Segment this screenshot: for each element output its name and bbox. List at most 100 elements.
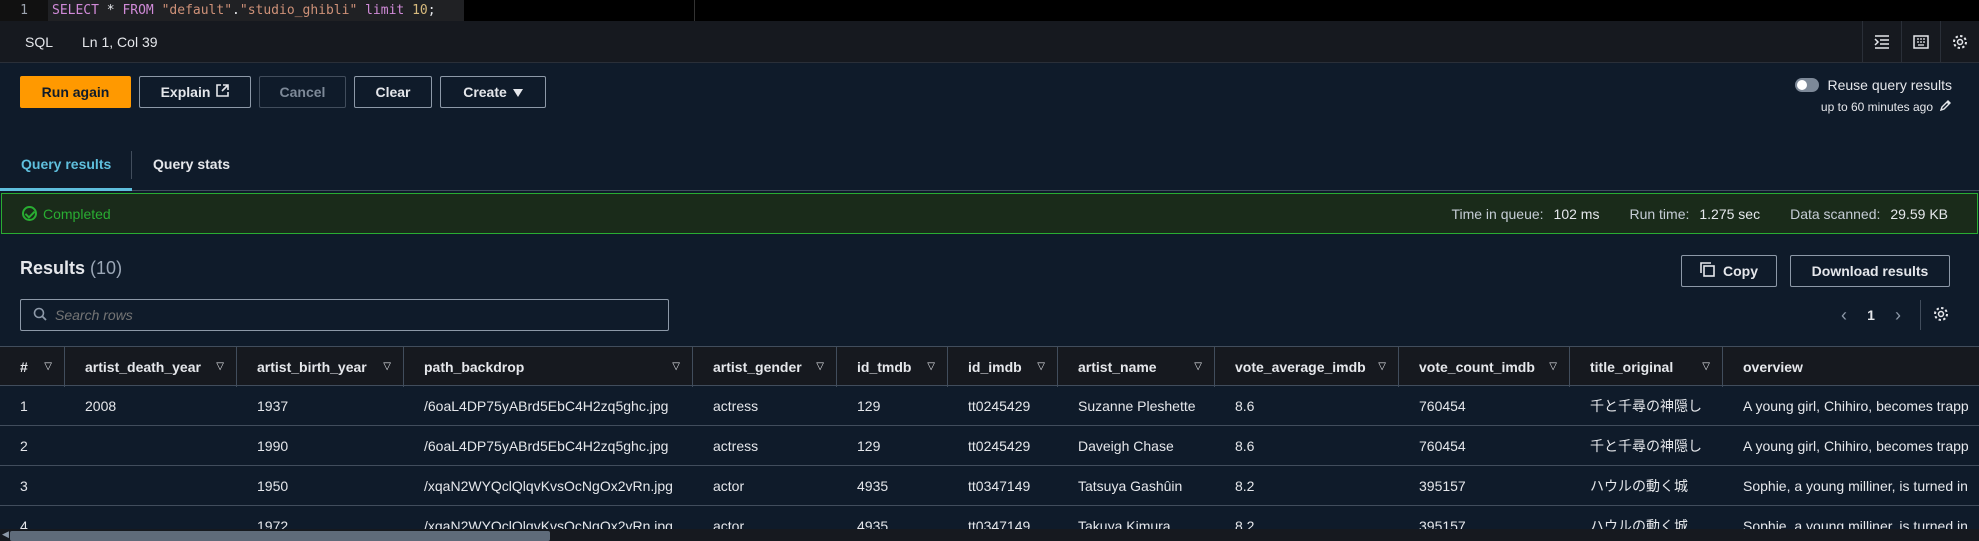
scroll-left-icon[interactable]: ◀ [2,529,9,540]
sort-icon[interactable]: ▽ [1037,347,1045,387]
download-results-button[interactable]: Download results [1790,255,1950,287]
column-header[interactable]: vote_average_imdb ▽ [1215,347,1399,387]
result-tabs: Query results Query stats [0,139,1979,191]
cell [65,466,237,506]
cell [65,426,237,466]
column-header[interactable]: artist_gender ▽ [693,347,837,387]
column-label: artist_death_year [85,359,201,375]
query-table: "studio_ghibli" [239,3,358,18]
run-again-button[interactable]: Run again [20,76,131,108]
scrollbar-thumb[interactable] [10,531,550,541]
next-page-icon[interactable]: › [1884,305,1912,326]
search-rows [20,299,669,331]
search-icon [33,307,47,324]
results-table: # ▽ artist_death_year ▽ artist_birth_year ▽… [0,346,1979,541]
scanned-label: Data scanned: [1790,205,1881,222]
sort-icon[interactable]: ▽ [927,347,935,387]
column-header[interactable]: artist_death_year ▽ [65,347,237,387]
sql-editor[interactable]: 1 SELECT * FROM "default"."studio_ghibli… [0,0,1979,21]
cell: tt0347149 [968,478,1031,494]
run-again-label: Run again [41,84,110,100]
keyboard-icon[interactable] [1901,21,1940,63]
column-header[interactable]: vote_count_imdb ▽ [1399,347,1570,387]
column-label: artist_birth_year [257,359,367,375]
sort-icon[interactable]: ▽ [383,347,391,387]
sort-icon[interactable]: ▽ [816,347,824,387]
cell: 760454 [1419,438,1466,454]
pagination: ‹ 1 › [1830,300,1949,330]
column-header[interactable]: id_imdb ▽ [948,347,1058,387]
reuse-age: up to 60 minutes ago [1820,100,1933,114]
sort-icon[interactable]: ▽ [1549,347,1557,387]
sort-icon[interactable]: ▽ [672,347,680,387]
queue-value: 102 ms [1553,205,1600,222]
editor-empty-area[interactable] [694,0,1979,21]
column-header[interactable]: title_original ▽ [1570,347,1723,387]
table-row[interactable]: 3 1950 /xqaN2WYQclQlqvKvsOcNgOx2vRn.jpg … [0,466,1979,506]
column-header[interactable]: artist_name ▽ [1058,347,1215,387]
settings-icon[interactable] [1940,21,1979,63]
scanned-value: 29.59 KB [1890,205,1948,222]
cell: A young girl, Chihiro, becomes trapp [1743,438,1969,454]
download-label: Download results [1811,263,1929,279]
table-row[interactable]: 1 2008 1937 /6oaL4DP75yABrd5EbC4H2zq5ghc… [0,386,1979,426]
cell: 395157 [1419,478,1466,494]
tab-query-stats[interactable]: Query stats [132,139,251,191]
copy-label: Copy [1723,263,1758,279]
cell: 129 [857,398,881,414]
reuse-toggle[interactable] [1795,78,1820,92]
pencil-icon[interactable] [1939,99,1952,115]
query-text[interactable]: SELECT * FROM "default"."studio_ghibli" … [48,0,464,21]
wrap-icon[interactable] [1862,21,1901,63]
cell: 8.2 [1235,478,1255,494]
column-header[interactable]: # ▽ [0,347,65,387]
table-settings-icon[interactable] [1933,306,1949,325]
table-header: # ▽ artist_death_year ▽ artist_birth_year ▽… [0,346,1979,387]
cell: /6oaL4DP75yABrd5EbC4H2zq5ghc.jpg [424,438,669,454]
sort-icon[interactable]: ▽ [1378,347,1386,387]
cell: tt0245429 [968,398,1031,414]
editor-statusbar: SQL Ln 1, Col 39 [0,21,1979,63]
tab-query-results[interactable]: Query results [0,139,133,191]
column-header[interactable]: overview [1723,347,1979,387]
cell: 2 [20,438,28,454]
query-dot: . [232,3,240,18]
cell: 760454 [1419,398,1466,414]
column-label: artist_gender [713,359,802,375]
column-header[interactable]: id_tmdb ▽ [837,347,948,387]
prev-page-icon[interactable]: ‹ [1830,305,1858,326]
language-label: SQL [25,33,54,50]
cell: 千と千尋の神隠し [1590,438,1702,454]
create-label: Create [463,84,507,100]
check-circle-icon [22,206,37,221]
current-page[interactable]: 1 [1858,307,1884,323]
table-row[interactable]: 2 1990 /6oaL4DP75yABrd5EbC4H2zq5ghc.jpg … [0,426,1979,466]
column-label: vote_average_imdb [1235,359,1366,375]
sort-icon[interactable]: ▽ [1194,347,1202,387]
cell: actress [713,438,759,454]
cell: Sophie, a young milliner, is turned in [1743,478,1968,494]
column-label: title_original [1590,359,1674,375]
cell: 8.6 [1235,438,1255,454]
query-toolbar: Run again Explain Cancel Clear Create Re… [0,63,1979,139]
clear-button[interactable]: Clear [354,76,432,108]
caret-down-icon [512,84,523,100]
create-button[interactable]: Create [440,76,546,108]
explain-button[interactable]: Explain [139,76,251,108]
cell: Suzanne Pleshette [1078,398,1196,414]
column-header[interactable]: artist_birth_year ▽ [237,347,404,387]
query-star: * [98,3,123,18]
external-link-icon [216,84,230,100]
cell: 1 [20,398,28,414]
sort-icon[interactable]: ▽ [44,347,52,387]
horizontal-scrollbar[interactable]: ◀ [0,529,1979,541]
cell: 1990 [257,438,289,454]
query-semicolon: ; [427,3,436,18]
line-number: 1 [0,0,48,21]
column-header[interactable]: path_backdrop ▽ [404,347,693,387]
copy-button[interactable]: Copy [1681,255,1777,287]
sort-icon[interactable]: ▽ [1702,347,1710,387]
cancel-button[interactable]: Cancel [259,76,346,108]
sort-icon[interactable]: ▽ [216,347,224,387]
search-input[interactable] [55,307,635,323]
